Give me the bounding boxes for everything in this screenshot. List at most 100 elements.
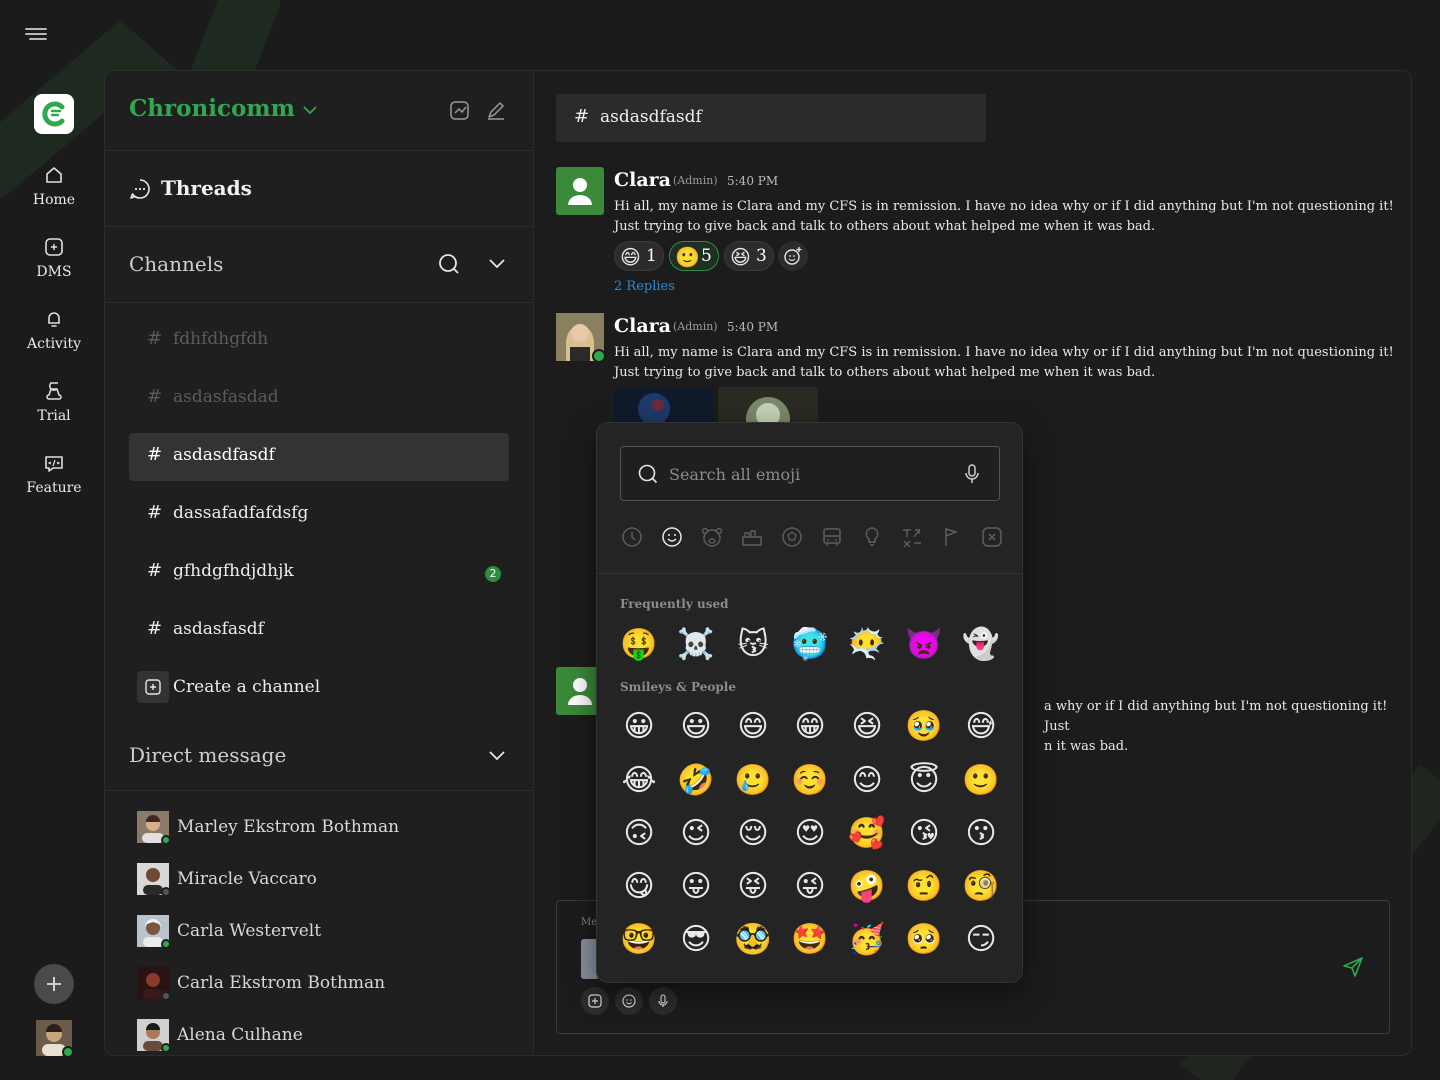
emoji-option[interactable]: 😶‍🌫️ — [845, 623, 889, 667]
bulb-icon[interactable] — [860, 525, 884, 549]
create-channel-button[interactable]: Create a channel — [137, 671, 437, 705]
app-logo[interactable] — [34, 94, 74, 134]
send-icon[interactable] — [1341, 955, 1365, 979]
dm-item[interactable]: Marley Ekstrom Bothman — [137, 811, 517, 845]
channel-item-active[interactable]: # asdasdfasdf — [129, 433, 509, 481]
emoji-option[interactable]: 😁 — [788, 705, 832, 749]
emoji-option[interactable]: 🤩 — [788, 918, 832, 962]
emoji-option[interactable]: 😽 — [731, 623, 775, 667]
compose-icon[interactable] — [485, 99, 507, 121]
emoji-option[interactable]: 😊 — [845, 759, 889, 803]
symbols-icon[interactable] — [900, 525, 924, 549]
food-icon[interactable] — [740, 525, 764, 549]
emoji-option[interactable]: ☠️ — [674, 623, 718, 667]
message-author[interactable]: Clara — [614, 315, 671, 337]
voice-button[interactable] — [649, 987, 677, 1015]
emoji-option[interactable]: 👻 — [959, 623, 1003, 667]
dm-item[interactable]: Miracle Vaccaro — [137, 863, 517, 897]
reaction-chip[interactable]: 😄 1 — [614, 241, 664, 271]
emoji-option[interactable]: 😄 — [731, 705, 775, 749]
menu-icon[interactable] — [24, 26, 48, 44]
rail-item-dms[interactable]: DMS — [0, 236, 108, 280]
emoji-option[interactable]: 😀 — [617, 705, 661, 749]
add-reaction-button[interactable] — [778, 241, 808, 271]
emoji-option[interactable]: 🥳 — [845, 918, 889, 962]
emoji-option[interactable]: 😝 — [731, 865, 775, 909]
emoji-option[interactable]: 😌 — [731, 812, 775, 856]
emoji-option[interactable]: 🥹 — [902, 705, 946, 749]
dm-item[interactable]: Alena Culhane — [137, 1019, 517, 1053]
emoji-option[interactable]: 😋 — [617, 865, 661, 909]
emoji-option[interactable]: 🤣 — [674, 759, 718, 803]
emoji-option[interactable]: 😏 — [959, 918, 1003, 962]
emoji-option[interactable]: 🧐 — [959, 865, 1003, 909]
rail-item-activity[interactable]: Activity — [0, 308, 108, 352]
dm-item[interactable]: Carla Westervelt — [137, 915, 517, 949]
car-icon[interactable] — [820, 525, 844, 549]
online-indicator — [592, 349, 606, 363]
channel-item[interactable]: # dassafadfafdsfg — [129, 491, 509, 539]
channel-item[interactable]: # gfhdgfhdjdhjk 2 — [129, 549, 509, 597]
flag-icon[interactable] — [940, 525, 964, 549]
emoji-option[interactable]: 😇 — [902, 759, 946, 803]
microphone-icon[interactable] — [961, 463, 983, 485]
dm-item[interactable]: Carla Ekstrom Bothman — [137, 967, 517, 1001]
rail-item-feature[interactable]: Feature — [0, 452, 108, 496]
emoji-option[interactable]: 😜 — [788, 865, 832, 909]
emoji-option[interactable]: 😛 — [674, 865, 718, 909]
emoji-option[interactable]: 🙂 — [959, 759, 1003, 803]
emoji-option[interactable]: 😉 — [674, 812, 718, 856]
dm-name: Miracle Vaccaro — [177, 869, 317, 889]
emoji-option[interactable]: 🥺 — [902, 918, 946, 962]
clock-icon[interactable] — [620, 525, 644, 549]
animal-icon[interactable] — [700, 525, 724, 549]
analytics-icon[interactable] — [449, 99, 471, 121]
emoji-option[interactable]: 😆 — [845, 705, 889, 749]
smiley-icon[interactable] — [660, 525, 684, 549]
emoji-option[interactable]: 🤑 — [617, 623, 661, 667]
image-attachment[interactable] — [614, 387, 714, 427]
emoji-option[interactable]: 😍 — [788, 812, 832, 856]
avatar[interactable] — [556, 167, 604, 215]
replies-link[interactable]: 2 Replies — [614, 279, 675, 294]
emoji-option[interactable]: 🤪 — [845, 865, 889, 909]
rail-item-trial[interactable]: Trial — [0, 380, 108, 424]
emoji-option[interactable]: 🤓 — [617, 918, 661, 962]
attach-button[interactable] — [581, 987, 609, 1015]
channel-item[interactable]: # asdasfasdad — [129, 375, 509, 423]
emoji-button[interactable] — [615, 987, 643, 1015]
ball-icon[interactable] — [780, 525, 804, 549]
add-workspace-button[interactable] — [34, 964, 74, 1004]
channel-item[interactable]: # asdasfasdf — [129, 607, 509, 655]
emoji-option[interactable]: 😘 — [902, 812, 946, 856]
workspace-name[interactable]: Chronicomm — [129, 95, 295, 122]
reaction-chip[interactable]: 😆 3 — [724, 241, 774, 271]
reaction-chip-selected[interactable]: 🙂 5 — [669, 241, 719, 271]
emoji-option[interactable]: 🤨 — [902, 865, 946, 909]
rail-item-home[interactable]: Home — [0, 164, 108, 208]
emoji-option[interactable]: 🥰 — [845, 812, 889, 856]
emoji-option[interactable]: ☺️ — [788, 759, 832, 803]
emoji-option[interactable]: 🥶 — [788, 623, 832, 667]
avatar[interactable] — [556, 313, 606, 363]
search-icon[interactable] — [437, 252, 461, 276]
channel-item[interactable]: # fdhfdhgfdh — [129, 317, 509, 365]
emoji-option[interactable]: 👿 — [902, 623, 946, 667]
emoji-search-input[interactable] — [669, 461, 949, 487]
image-attachment[interactable] — [718, 387, 818, 427]
current-user-avatar[interactable] — [36, 1020, 74, 1058]
chevron-down-icon[interactable] — [301, 101, 319, 119]
emoji-option[interactable]: 🥲 — [731, 759, 775, 803]
emoji-option[interactable]: 🙃 — [617, 812, 661, 856]
threads-nav[interactable]: Threads — [105, 151, 533, 227]
emoji-option[interactable]: 😂 — [617, 759, 661, 803]
emoji-option[interactable]: 😅 — [959, 705, 1003, 749]
message-author[interactable]: Clara — [614, 169, 671, 191]
emoji-option[interactable]: 😎 — [674, 918, 718, 962]
close-icon[interactable] — [980, 525, 1004, 549]
emoji-option[interactable]: 😗 — [959, 812, 1003, 856]
emoji-option[interactable]: 🥸 — [731, 918, 775, 962]
chevron-down-icon[interactable] — [487, 253, 507, 273]
emoji-option[interactable]: 😃 — [674, 705, 718, 749]
chevron-down-icon[interactable] — [487, 745, 507, 765]
